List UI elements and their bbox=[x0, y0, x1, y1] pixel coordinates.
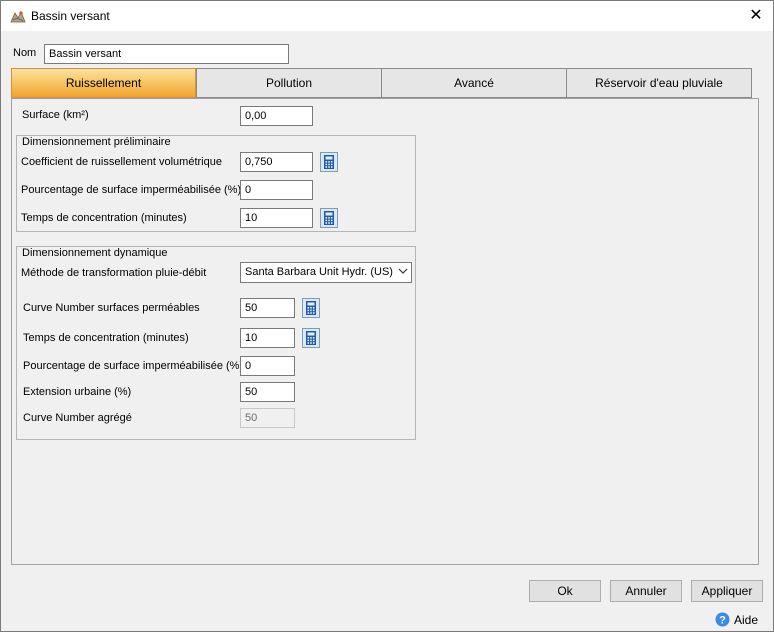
tab-panel: Surface (km²) 0,00 Dimensionnement préli… bbox=[11, 98, 759, 565]
cn-pervious-label: Curve Number surfaces perméables bbox=[23, 302, 200, 314]
cn-aggregate-label: Curve Number agrégé bbox=[23, 412, 132, 424]
runoff-coef-label: Coefficient de ruissellement volumétriqu… bbox=[21, 156, 222, 168]
calculator-icon[interactable] bbox=[320, 152, 338, 172]
window-title: Bassin versant bbox=[31, 9, 110, 23]
prelim-impervious-input[interactable]: 0 bbox=[240, 180, 313, 200]
name-label: Nom bbox=[13, 47, 37, 59]
apply-button[interactable]: Appliquer bbox=[691, 580, 763, 602]
urban-ext-label: Extension urbaine (%) bbox=[23, 386, 132, 398]
dynamic-group-title: Dimensionnement dynamique bbox=[19, 247, 171, 259]
help-label: Aide bbox=[734, 613, 759, 627]
chevron-down-icon bbox=[398, 266, 408, 279]
prelim-tc-label: Temps de concentration (minutes) bbox=[21, 212, 187, 224]
surface-input[interactable]: 0,00 bbox=[240, 106, 313, 126]
tab-avance[interactable]: Avancé bbox=[381, 68, 567, 98]
tab-ruissellement[interactable]: Ruissellement bbox=[11, 68, 196, 98]
cn-pervious-input[interactable]: 50 bbox=[240, 298, 295, 318]
urban-ext-input[interactable]: 50 bbox=[240, 382, 295, 402]
tab-pollution[interactable]: Pollution bbox=[196, 68, 382, 98]
surface-label: Surface (km²) bbox=[22, 109, 89, 121]
prelim-tc-input[interactable]: 10 bbox=[240, 208, 313, 228]
dynamic-impervious-input[interactable]: 0 bbox=[240, 356, 295, 376]
tab-reservoir[interactable]: Réservoir d'eau pluviale bbox=[566, 68, 752, 98]
tab-bar: Ruissellement Pollution Avancé Réservoir… bbox=[11, 68, 752, 99]
prelim-impervious-label: Pourcentage de surface imperméabilisée (… bbox=[21, 184, 242, 196]
calculator-icon[interactable] bbox=[320, 208, 338, 228]
dynamic-impervious-label: Pourcentage de surface imperméabilisée (… bbox=[23, 360, 244, 372]
runoff-coef-input[interactable]: 0,750 bbox=[240, 152, 313, 172]
close-icon[interactable]: ✕ bbox=[744, 5, 768, 27]
method-select-value: Santa Barbara Unit Hydr. (US) bbox=[245, 266, 393, 278]
name-input[interactable]: Bassin versant bbox=[44, 44, 289, 64]
dynamic-tc-label: Temps de concentration (minutes) bbox=[23, 332, 189, 344]
watershed-app-icon bbox=[10, 10, 26, 24]
method-select[interactable]: Santa Barbara Unit Hydr. (US) bbox=[240, 262, 412, 283]
cancel-button[interactable]: Annuler bbox=[610, 580, 682, 602]
calculator-icon[interactable] bbox=[302, 298, 320, 318]
title-bar: Bassin versant ✕ bbox=[1, 1, 773, 31]
method-label: Méthode de transformation pluie-débit bbox=[21, 267, 207, 279]
svg-text:?: ? bbox=[719, 615, 726, 627]
dynamic-tc-input[interactable]: 10 bbox=[240, 328, 295, 348]
help-icon: ? bbox=[715, 612, 730, 630]
ok-button[interactable]: Ok bbox=[529, 580, 601, 602]
dialog-window: Bassin versant ✕ Nom Bassin versant Ruis… bbox=[0, 0, 774, 632]
prelim-group-title: Dimensionnement préliminaire bbox=[19, 136, 174, 148]
cn-aggregate-input: 50 bbox=[240, 408, 295, 428]
calculator-icon[interactable] bbox=[302, 328, 320, 348]
